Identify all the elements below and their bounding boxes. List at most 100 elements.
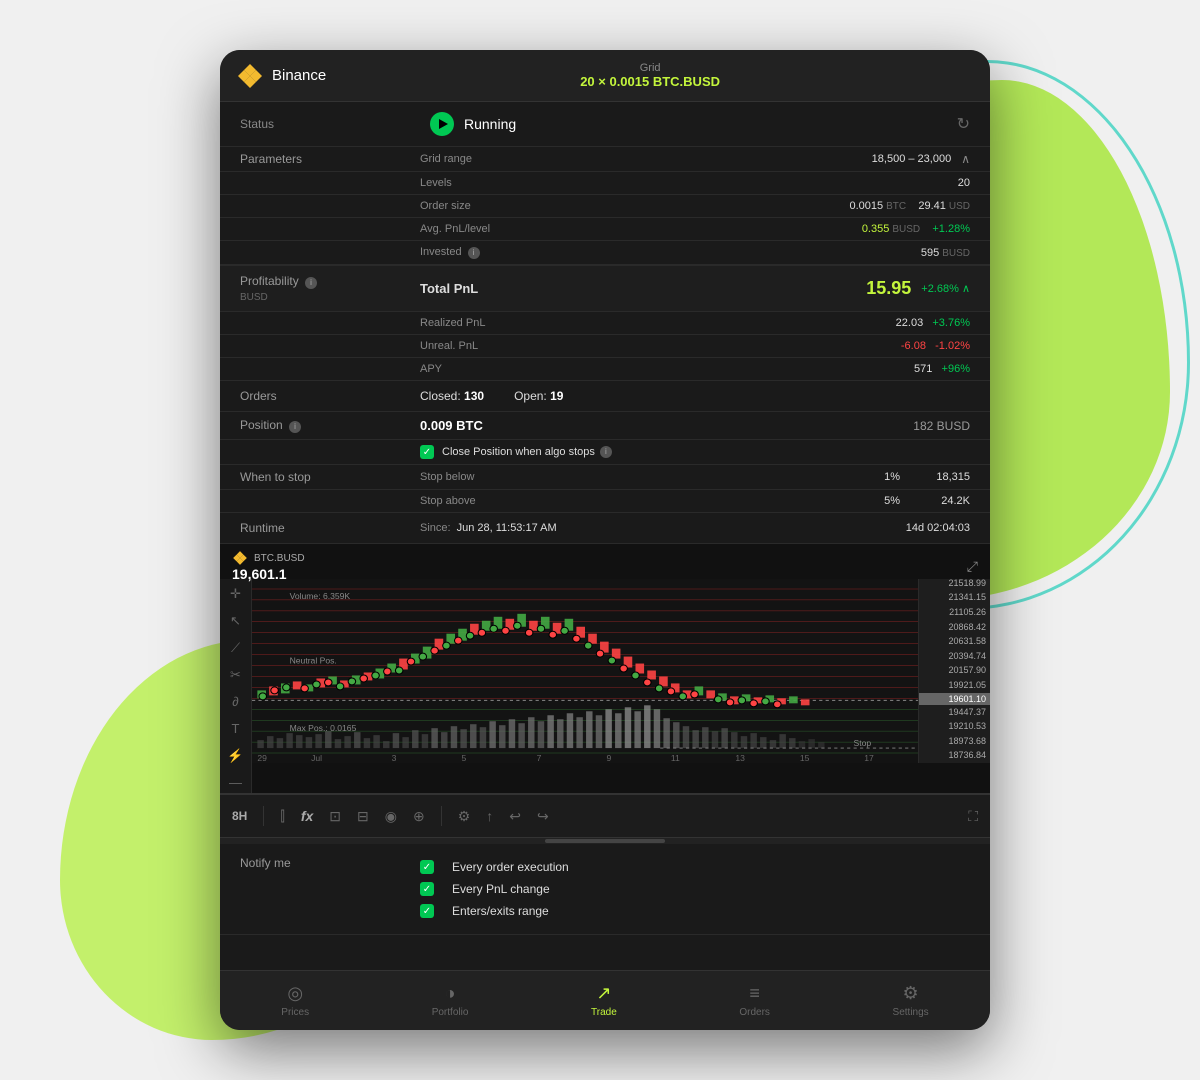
- chevron-up-icon[interactable]: ∧: [961, 152, 970, 166]
- crosshair-toolbar-icon[interactable]: ⊡: [329, 808, 341, 825]
- line-icon[interactable]: ⟋: [231, 641, 240, 654]
- chart-bottom-toolbar: 8H ⫿ fx ⊡ ⊟ ◉ ⊕ ⚙ ↑ ↩ ↪ ⛶: [220, 794, 990, 838]
- timeframe-selector[interactable]: 8H: [232, 809, 247, 823]
- invested-label: Invested i: [420, 246, 921, 259]
- notify-checkbox-1[interactable]: [420, 860, 434, 874]
- price-level-13: 19210.53: [919, 719, 990, 734]
- settings-icon: ⚙: [903, 983, 919, 1004]
- measure-icon[interactable]: ⚡: [227, 749, 243, 762]
- runtime-duration: 14d 02:04:03: [906, 522, 970, 534]
- eye-icon[interactable]: ◉: [385, 808, 397, 825]
- share-icon[interactable]: ↑: [486, 808, 493, 824]
- nav-trade[interactable]: ↗ Trade: [591, 983, 617, 1018]
- close-position-info-icon[interactable]: i: [600, 446, 612, 458]
- position-btc: 0.009 BTC: [420, 418, 483, 433]
- total-pnl-pct: +2.68% ∧: [921, 282, 970, 295]
- magnet-icon[interactable]: —: [229, 776, 242, 789]
- runtime-since-label: Since:: [420, 522, 451, 534]
- apy-label: APY: [420, 363, 914, 375]
- realized-pnl-label: Realized PnL: [420, 317, 896, 329]
- svg-text:Jul: Jul: [311, 754, 322, 763]
- chart-left-toolbar: ✛ ↖ ⟋ ✂ ∂ T ⚡ —: [220, 579, 252, 793]
- notify-checkbox-3[interactable]: [420, 904, 434, 918]
- realized-pnl-row: Realized PnL 22.03 +3.76%: [220, 312, 990, 335]
- order-size-label: Order size: [420, 200, 849, 212]
- play-button[interactable]: [430, 112, 454, 136]
- price-level-8: 20631.58: [919, 634, 990, 649]
- indicators-icon[interactable]: ⫿: [280, 808, 284, 825]
- chart-pair-price: BTC.BUSD 19,601.1: [232, 550, 305, 582]
- scroll-thumb[interactable]: [545, 839, 665, 843]
- close-position-checkbox[interactable]: [420, 445, 434, 459]
- price-labels: 22289.47 22052.63 21813.79 21518.99 2134…: [918, 579, 990, 763]
- grid-range-value: 18,500 – 23,000: [872, 153, 952, 165]
- notify-checkbox-2[interactable]: [420, 882, 434, 896]
- apy-row: APY 571 +96%: [220, 358, 990, 381]
- price-level-11: 19921.05: [919, 678, 990, 693]
- realized-pnl-value: 22.03 +3.76%: [896, 317, 970, 329]
- grid-range-row: Parameters Grid range 18,500 – 23,000 ∧: [220, 147, 990, 172]
- scissors-icon[interactable]: ✂: [230, 668, 241, 681]
- stop-above-value: 24.2K: [900, 495, 970, 507]
- nav-orders[interactable]: ≡ Orders: [739, 983, 770, 1018]
- cursor-icon[interactable]: ↖: [230, 614, 241, 627]
- layout-icon[interactable]: ⊟: [357, 808, 369, 825]
- layers-icon[interactable]: ⊕: [413, 808, 425, 825]
- levels-row: Levels 20: [220, 172, 990, 195]
- text-icon[interactable]: T: [232, 722, 240, 735]
- price-level-6: 21105.26: [919, 605, 990, 620]
- fullscreen-icon[interactable]: ⛶: [968, 808, 978, 825]
- price-level-12: 19447.37: [919, 705, 990, 720]
- stop-below-row: When to stop Stop below 1% 18,315: [220, 465, 990, 490]
- svg-text:17: 17: [864, 754, 874, 763]
- orders-nav-label: Orders: [739, 1007, 770, 1018]
- crosshair-icon[interactable]: ✛: [230, 587, 241, 600]
- grid-value: 20 × 0.0015 BTC.BUSD: [326, 74, 974, 89]
- svg-text:7: 7: [537, 754, 542, 763]
- redo-icon[interactable]: ↪: [537, 808, 549, 825]
- apy-value: 571 +96%: [914, 363, 970, 375]
- trade-label: Trade: [591, 1007, 617, 1018]
- close-position-row: Close Position when algo stops i: [220, 440, 990, 465]
- price-level-14: 18973.68: [919, 734, 990, 749]
- position-row: Position i 0.009 BTC 182 BUSD: [220, 412, 990, 440]
- notify-text-1: Every order execution: [452, 860, 569, 874]
- svg-text:13: 13: [735, 754, 745, 763]
- nav-portfolio[interactable]: ◑ Portfolio: [432, 983, 469, 1018]
- notify-label: Notify me: [240, 856, 420, 870]
- runtime-label: Runtime: [240, 521, 420, 535]
- notify-text-3: Enters/exits range: [452, 904, 549, 918]
- chart-area: BTC.BUSD 19,601.1 ⤢ ✛ ↖ ⟋ ✂ ∂ T ⚡ —: [220, 544, 990, 794]
- orders-icon: ≡: [749, 983, 760, 1004]
- stop-above-pct: 5%: [850, 495, 900, 507]
- nav-prices[interactable]: ◎ Prices: [281, 983, 309, 1018]
- settings-toolbar-icon[interactable]: ⚙: [458, 808, 471, 825]
- avg-pnl-value: 0.355BUSD +1.28%: [862, 223, 970, 235]
- chart-expand-icon[interactable]: ⤢: [967, 558, 978, 575]
- position-info-icon[interactable]: i: [289, 421, 301, 433]
- order-size-value: 0.0015BTC 29.41USD: [849, 200, 970, 212]
- status-section: Status Running ↻: [220, 102, 990, 147]
- invested-value: 595BUSD: [921, 247, 970, 259]
- prices-label: Prices: [281, 1007, 309, 1018]
- fx-icon[interactable]: fx: [301, 808, 313, 824]
- header: Binance Grid 20 × 0.0015 BTC.BUSD: [220, 50, 990, 102]
- avg-pnl-label: Avg. PnL/level: [420, 223, 862, 235]
- profitability-info-icon[interactable]: i: [305, 277, 317, 289]
- settings-label: Settings: [893, 1007, 929, 1018]
- orders-open: Open: 19: [514, 389, 563, 403]
- content-area[interactable]: Status Running ↻ Parameters Grid range 1…: [220, 102, 990, 970]
- svg-text:5: 5: [461, 754, 466, 763]
- pencil-icon[interactable]: ∂: [232, 695, 238, 708]
- notify-section: Notify me Every order execution Every Pn…: [220, 844, 990, 935]
- refresh-icon[interactable]: ↻: [957, 114, 970, 134]
- app-container: Binance Grid 20 × 0.0015 BTC.BUSD Status…: [220, 50, 990, 1030]
- invested-info-icon[interactable]: i: [468, 247, 480, 259]
- profitability-label: Profitability i BUSD: [240, 274, 420, 303]
- price-level-current: 19601.10: [919, 693, 990, 705]
- stop-below-pct: 1%: [850, 471, 900, 483]
- undo-icon[interactable]: ↩: [509, 808, 521, 825]
- bottom-navigation: ◎ Prices ◑ Portfolio ↗ Trade ≡ Orders ⚙ …: [220, 970, 990, 1030]
- stop-above-label: Stop above: [420, 495, 850, 507]
- nav-settings[interactable]: ⚙ Settings: [893, 983, 929, 1018]
